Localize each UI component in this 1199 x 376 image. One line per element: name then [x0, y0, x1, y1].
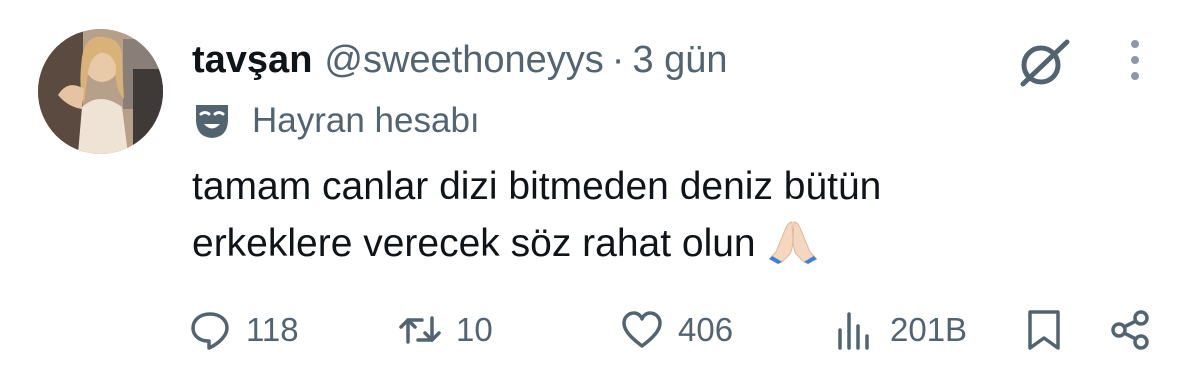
tweet-card[interactable]: tavşan @sweethoneyys · 3 gün Hayran hesa…: [0, 0, 1199, 376]
heart-icon: [622, 311, 662, 348]
retweet-icon: [399, 316, 441, 344]
more-options-icon[interactable]: [1120, 36, 1150, 84]
like-count: 406: [678, 311, 734, 348]
tweet-text-line-1: tamam canlar dizi bitmeden deniz bütün: [192, 165, 882, 208]
badge-label: Hayran hesabı: [252, 101, 480, 140]
view-count: 201B: [890, 311, 968, 348]
like-button[interactable]: 406: [620, 300, 733, 360]
views-button[interactable]: 201B: [832, 300, 967, 360]
display-name[interactable]: tavşan: [192, 39, 312, 82]
share-icon: [1111, 310, 1149, 350]
tweet-text: tamam canlar dizi bitmeden deniz bütün e…: [192, 158, 1092, 272]
separator-dot: ·: [611, 38, 625, 81]
grok-icon[interactable]: [1015, 36, 1073, 88]
bookmark-icon: [1028, 310, 1060, 350]
bookmark-button[interactable]: [1022, 300, 1066, 360]
theater-mask-icon: [196, 105, 228, 138]
share-button[interactable]: [1108, 300, 1152, 360]
tweet-text-line-2-text: erkeklere verecek söz rahat olun: [192, 222, 756, 265]
action-bar: 118 10 406 201B: [0, 300, 1199, 360]
user-handle[interactable]: @sweethoneyys: [324, 39, 603, 82]
avatar[interactable]: [38, 29, 163, 154]
fan-account-badge: Hayran hesabı: [192, 96, 480, 146]
reply-icon: [191, 312, 229, 350]
timestamp[interactable]: 3 gün: [632, 39, 727, 82]
avatar-image: [38, 29, 163, 154]
retweet-count: 10: [456, 311, 493, 348]
reply-count: 118: [246, 311, 299, 348]
reply-button[interactable]: 118: [188, 300, 299, 360]
folded-hands-emoji: [768, 221, 817, 264]
tweet-text-line-2: erkeklere verecek söz rahat olun: [192, 215, 1092, 272]
tweet-header: tavşan @sweethoneyys · 3 gün: [192, 30, 728, 90]
analytics-icon: [838, 312, 869, 350]
retweet-button[interactable]: 10: [398, 300, 493, 360]
